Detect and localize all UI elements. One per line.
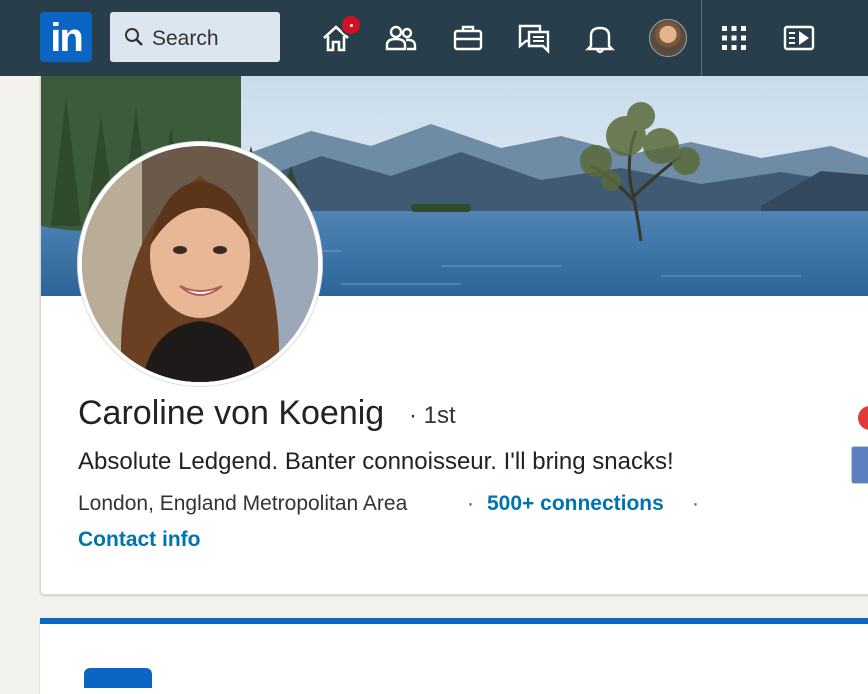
me-avatar[interactable] (649, 19, 687, 57)
profile-photo[interactable] (78, 142, 322, 386)
separator-dot: · (467, 492, 474, 515)
company-logo-icon[interactable] (858, 406, 868, 430)
top-nav-bar: in Search (0, 0, 868, 76)
nav-divider (701, 0, 702, 76)
profile-name: Caroline von Koenig (78, 394, 385, 432)
connection-degree: · 1st (409, 402, 456, 429)
work-grid-icon[interactable] (714, 18, 754, 58)
linkedin-logo[interactable]: in (40, 12, 92, 62)
profile-headline: Absolute Ledgend. Banter connoisseur. I'… (78, 448, 674, 475)
school-logo-icon[interactable] (851, 446, 868, 484)
jobs-icon[interactable] (448, 18, 488, 58)
notification-badge (340, 14, 362, 36)
contact-info-link[interactable]: Contact info (78, 528, 200, 552)
profile-location: London, England Metropolitan Area (78, 492, 408, 515)
learning-icon[interactable] (779, 18, 819, 58)
search-box[interactable]: Search (110, 12, 280, 62)
next-section-card (40, 618, 868, 694)
notifications-icon[interactable] (580, 18, 620, 58)
profile-card: Caroline von Koenig · 1st Absolute Ledge… (40, 76, 868, 595)
separator-dot: · (692, 492, 699, 515)
search-input[interactable]: Search (152, 27, 219, 51)
messaging-icon[interactable] (514, 18, 554, 58)
connections-link[interactable]: 500+ connections (487, 492, 664, 516)
section-illustration-icon (84, 668, 152, 688)
my-network-icon[interactable] (381, 18, 421, 58)
search-icon (125, 28, 143, 46)
